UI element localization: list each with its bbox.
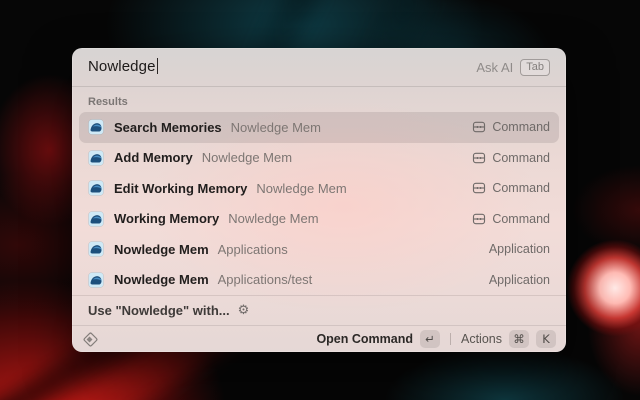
result-title: Nowledge Mem (114, 242, 209, 257)
ask-ai-button[interactable]: Ask AI (476, 60, 513, 75)
nowledge-mem-app-icon (88, 272, 104, 288)
search-input[interactable]: Nowledge (88, 58, 158, 76)
result-type-label: Application (489, 273, 550, 287)
return-key-badge: ↵ (420, 330, 440, 348)
result-title: Nowledge Mem (114, 272, 209, 287)
result-row[interactable]: Nowledge Mem Applications/test Applicati… (79, 265, 559, 296)
open-command-button[interactable]: Open Command (316, 332, 413, 346)
k-key-badge: K (536, 330, 556, 348)
footer-bar: Open Command ↵ Actions ⌘ K (72, 325, 566, 352)
search-bar: Nowledge Ask AI Tab (72, 48, 566, 87)
search-query-text: Nowledge (88, 58, 156, 75)
result-row[interactable]: Add Memory Nowledge Mem Command (79, 143, 559, 174)
results-section-label: Results (72, 87, 566, 112)
cmd-key-badge: ⌘ (509, 330, 529, 348)
result-type-label: Command (492, 151, 550, 165)
result-title: Working Memory (114, 211, 219, 226)
result-type-label: Command (492, 120, 550, 134)
result-row[interactable]: Search Memories Nowledge Mem Command (79, 112, 559, 143)
result-subtitle: Nowledge Mem (256, 181, 346, 196)
nowledge-mem-app-icon (88, 211, 104, 227)
launcher-window: Nowledge Ask AI Tab Results Search Memor… (72, 48, 566, 352)
fallback-search-row[interactable]: Use "Nowledge" with... ⚙ (72, 295, 566, 325)
result-row[interactable]: Nowledge Mem Applications Application (79, 234, 559, 265)
actions-button[interactable]: Actions (461, 332, 502, 346)
command-bar-icon (472, 151, 486, 165)
command-bar-icon (472, 120, 486, 134)
command-bar-icon (472, 181, 486, 195)
result-subtitle: Applications (218, 242, 288, 257)
result-subtitle: Applications/test (218, 272, 313, 287)
command-bar-icon (472, 212, 486, 226)
fallback-label: Use "Nowledge" with... (88, 303, 230, 318)
tab-key-badge: Tab (520, 59, 550, 76)
result-title: Add Memory (114, 150, 193, 165)
nowledge-mem-app-icon (88, 241, 104, 257)
results-list: Search Memories Nowledge Mem Command Add… (72, 112, 566, 295)
nowledge-mem-app-icon (88, 180, 104, 196)
result-title: Search Memories (114, 120, 222, 135)
result-type-label: Command (492, 212, 550, 226)
result-type-label: Application (489, 242, 550, 256)
result-row[interactable]: Edit Working Memory Nowledge Mem Command (79, 173, 559, 204)
result-subtitle: Nowledge Mem (202, 150, 292, 165)
footer-divider (450, 333, 451, 345)
result-subtitle: Nowledge Mem (228, 211, 318, 226)
result-row[interactable]: Working Memory Nowledge Mem Command (79, 204, 559, 235)
result-subtitle: Nowledge Mem (231, 120, 321, 135)
nowledge-mem-app-icon (88, 119, 104, 135)
result-type-label: Command (492, 181, 550, 195)
text-caret (157, 58, 159, 74)
result-title: Edit Working Memory (114, 181, 247, 196)
raycast-compass-icon (82, 331, 99, 348)
nowledge-mem-app-icon (88, 150, 104, 166)
gear-icon[interactable]: ⚙ (238, 304, 250, 317)
